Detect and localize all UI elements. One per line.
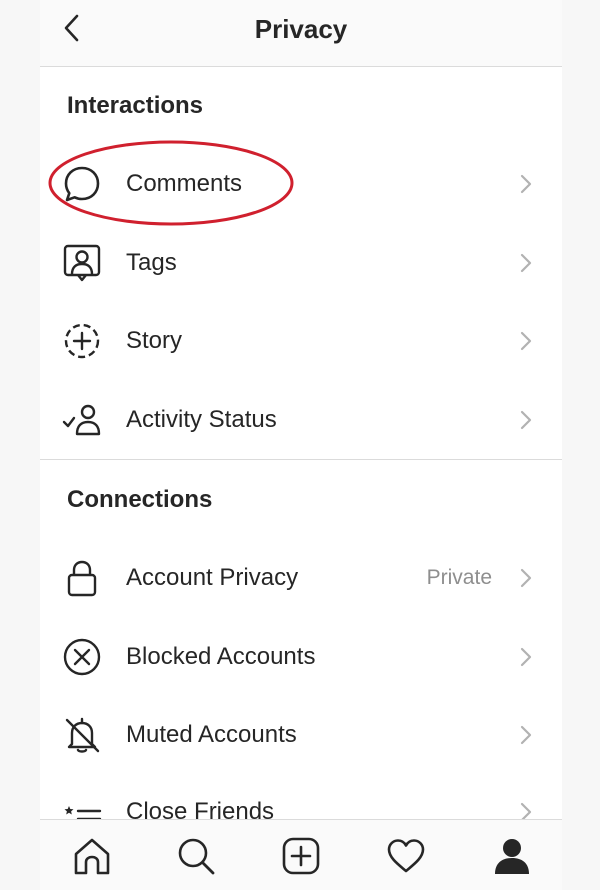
chevron-right-icon bbox=[520, 174, 532, 194]
row-comments[interactable]: Comments bbox=[40, 146, 562, 222]
privacy-status-value: Private bbox=[426, 566, 492, 589]
blocked-x-icon bbox=[62, 637, 102, 677]
privacy-settings-screen: Privacy Interactions Comments Tags Story… bbox=[40, 0, 562, 890]
profile-icon bbox=[495, 839, 529, 874]
chevron-right-icon bbox=[520, 253, 532, 273]
tag-person-icon bbox=[62, 243, 102, 283]
search-icon bbox=[178, 838, 215, 875]
tab-new-post[interactable] bbox=[277, 832, 325, 880]
row-muted-accounts[interactable]: Muted Accounts bbox=[40, 697, 562, 773]
activity-status-icon bbox=[62, 400, 102, 440]
row-label: Activity Status bbox=[126, 406, 277, 433]
new-post-icon bbox=[282, 837, 320, 875]
home-icon bbox=[74, 838, 110, 875]
chevron-right-icon bbox=[520, 568, 532, 588]
row-blocked-accounts[interactable]: Blocked Accounts bbox=[40, 619, 562, 695]
comment-bubble-icon bbox=[62, 164, 102, 204]
row-label: Comments bbox=[126, 170, 243, 197]
row-label: Blocked Accounts bbox=[126, 643, 316, 670]
lock-icon bbox=[62, 558, 102, 598]
right-gutter bbox=[562, 0, 600, 890]
row-label: Account Privacy bbox=[126, 564, 299, 591]
activity-heart-icon bbox=[387, 839, 425, 873]
bottom-tab-bar bbox=[40, 819, 562, 890]
row-story[interactable]: Story bbox=[40, 303, 562, 379]
row-label: Story bbox=[126, 327, 183, 354]
chevron-right-icon bbox=[520, 410, 532, 430]
row-activity-status[interactable]: Activity Status bbox=[40, 382, 562, 458]
row-label: Muted Accounts bbox=[126, 721, 297, 748]
muted-bell-icon bbox=[62, 715, 102, 755]
chevron-right-icon bbox=[520, 331, 532, 351]
section-title-interactions: Interactions bbox=[67, 92, 204, 119]
tab-search[interactable] bbox=[172, 832, 220, 880]
row-tags[interactable]: Tags bbox=[40, 225, 562, 301]
tab-activity[interactable] bbox=[382, 832, 430, 880]
section-divider bbox=[40, 459, 562, 460]
tab-home[interactable] bbox=[68, 832, 116, 880]
left-gutter bbox=[0, 0, 40, 890]
page-title: Privacy bbox=[254, 14, 348, 44]
chevron-right-icon bbox=[520, 725, 532, 745]
row-account-privacy[interactable]: Account Privacy Private bbox=[40, 540, 562, 616]
nav-header: Privacy bbox=[40, 0, 562, 67]
chevron-right-icon bbox=[520, 647, 532, 667]
story-add-icon bbox=[62, 321, 102, 361]
tab-profile[interactable] bbox=[488, 832, 536, 880]
section-title-connections: Connections bbox=[67, 486, 213, 513]
row-label: Tags bbox=[126, 249, 177, 276]
phone-screen: Privacy Interactions Comments Tags Story… bbox=[0, 0, 600, 890]
